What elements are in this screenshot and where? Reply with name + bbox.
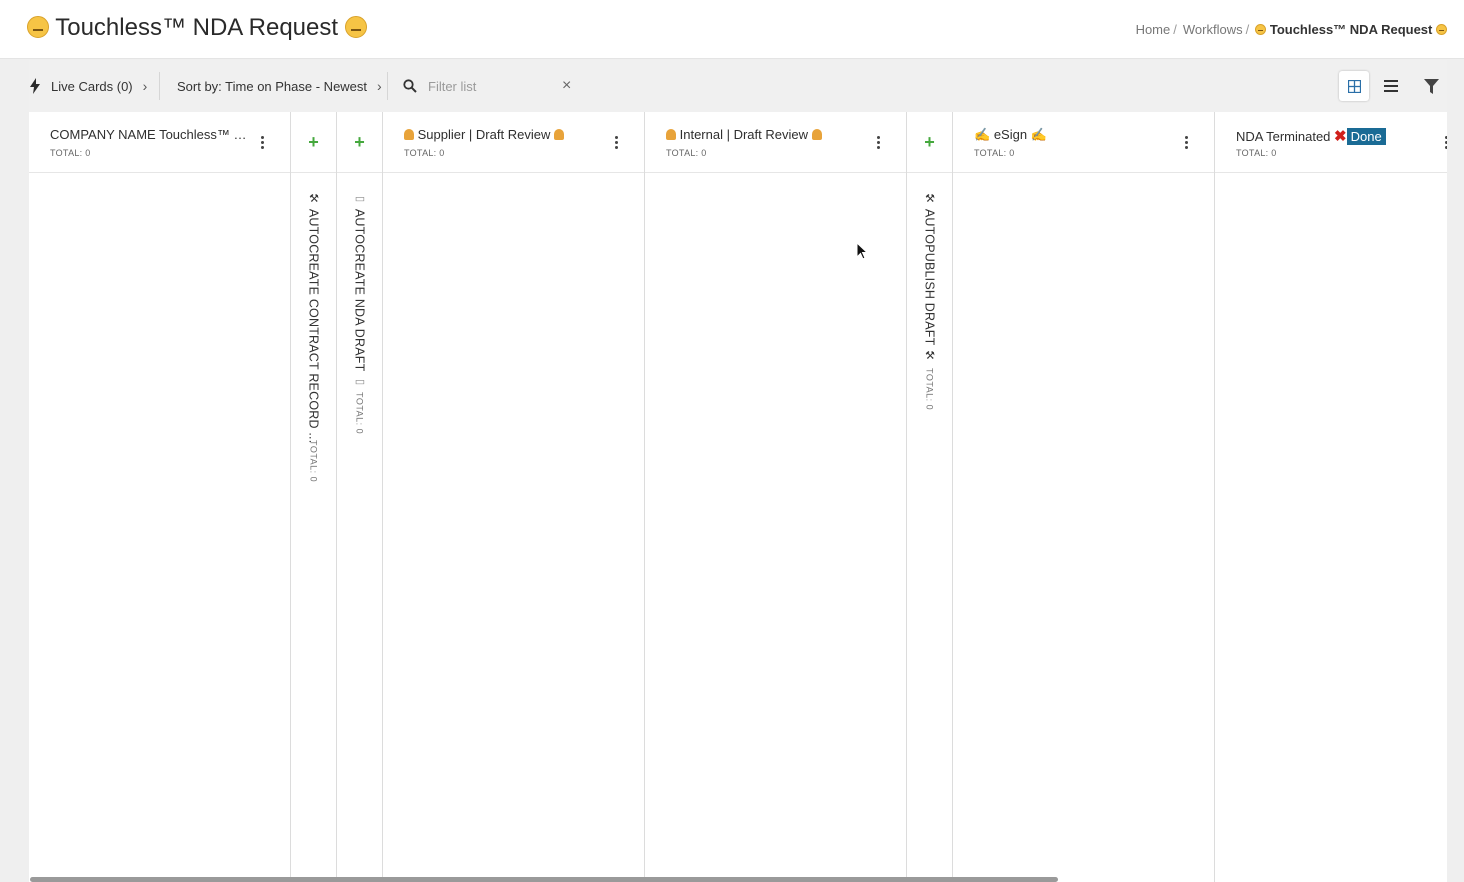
- add-card-icon[interactable]: +: [291, 132, 336, 153]
- column-autopublish-draft: + ⚒ AUTOPUBLISH DRAFT ⚒ TOTAL: 0: [907, 112, 953, 882]
- grid-view-icon: [1347, 79, 1361, 93]
- column-total: TOTAL: 0: [50, 148, 91, 158]
- column-nda-terminated: NDA Terminated ✖ Done TOTAL: 0: [1215, 112, 1447, 882]
- add-card-icon[interactable]: +: [337, 132, 382, 153]
- tools-icon: ⚒: [923, 192, 936, 206]
- zipper-mouth-emoji-icon: [1255, 24, 1267, 35]
- breadcrumb-separator: /: [1173, 22, 1177, 37]
- clear-filter-icon[interactable]: ×: [562, 77, 571, 95]
- column-internal-draft-review: Internal | Draft Review TOTAL: 0: [645, 112, 907, 882]
- add-card-icon[interactable]: +: [907, 132, 952, 153]
- filter-button[interactable]: [1416, 71, 1446, 101]
- column-header: NDA Terminated ✖ Done TOTAL: 0: [1215, 112, 1447, 173]
- red-x-icon: ✖: [1334, 128, 1347, 145]
- column-header: +: [291, 112, 336, 173]
- mouse-cursor-icon: [856, 242, 868, 260]
- column-title-vertical[interactable]: ▭ AUTOCREATE NDA DRAFT ▭: [353, 192, 367, 388]
- zipper-mouth-emoji-icon: [27, 16, 49, 38]
- column-esign: ✍ eSign ✍ TOTAL: 0: [953, 112, 1215, 882]
- live-cards-button[interactable]: Live Cards (0) ›: [29, 60, 147, 112]
- writing-hand-icon: ✍: [974, 127, 991, 142]
- column-title-vertical[interactable]: ⚒ AUTOPUBLISH DRAFT ⚒: [923, 192, 937, 362]
- page-header: Touchless™ NDA Request Home / Workflows / T…: [0, 0, 1464, 59]
- filter-search: ×: [403, 60, 571, 112]
- column-total: TOTAL: 0: [924, 368, 935, 411]
- column-title-text: Supplier | Draft Review: [417, 127, 551, 142]
- column-autocreate-contract-record: + ⚒ AUTOCREATE CONTRACT RECORD ... TOTAL…: [291, 112, 337, 882]
- column-company-name: COMPANY NAME Touchless™ N... TOTAL: 0: [29, 112, 291, 882]
- column-header: +: [907, 112, 952, 173]
- column-total: TOTAL: 0: [1236, 148, 1277, 158]
- sort-button[interactable]: Sort by: Time on Phase - Newest ›: [177, 60, 382, 112]
- column-header: COMPANY NAME Touchless™ N... TOTAL: 0: [29, 112, 290, 173]
- page-icon: ▭: [353, 375, 366, 389]
- zipper-mouth-emoji-icon: [1436, 24, 1447, 35]
- sort-label: Sort by: Time on Phase - Newest: [177, 78, 368, 94]
- column-total: TOTAL: 0: [974, 148, 1015, 158]
- worker-icon: [553, 129, 564, 140]
- column-menu-icon[interactable]: [615, 136, 619, 149]
- toolbar-divider: [387, 72, 388, 100]
- chevron-right-icon: ›: [142, 78, 148, 94]
- column-total: TOTAL: 0: [666, 148, 707, 158]
- done-badge: Done: [1346, 128, 1386, 145]
- breadcrumb: Home / Workflows / Touchless™ NDA Request: [1136, 22, 1447, 37]
- column-menu-icon[interactable]: [1185, 136, 1189, 149]
- breadcrumb-workflows[interactable]: Workflows: [1183, 22, 1243, 37]
- column-header: Supplier | Draft Review TOTAL: 0: [383, 112, 644, 173]
- page-icon: ▭: [353, 192, 366, 206]
- kanban-board: COMPANY NAME Touchless™ N... TOTAL: 0 + …: [29, 112, 1447, 882]
- worker-icon: [666, 129, 676, 140]
- column-header: Internal | Draft Review TOTAL: 0: [645, 112, 906, 173]
- column-title-text: AUTOPUBLISH DRAFT: [922, 208, 937, 346]
- tools-icon: ⚒: [923, 349, 936, 363]
- column-autocreate-nda-draft: + ▭ AUTOCREATE NDA DRAFT ▭ TOTAL: 0: [337, 112, 383, 882]
- grid-view-button[interactable]: [1339, 71, 1369, 101]
- column-title[interactable]: COMPANY NAME Touchless™ N...: [50, 127, 250, 142]
- search-icon: [403, 79, 417, 93]
- column-title[interactable]: NDA Terminated ✖ Done: [1236, 127, 1386, 145]
- column-menu-icon[interactable]: [877, 136, 881, 149]
- column-menu-icon[interactable]: [1445, 136, 1447, 149]
- column-supplier-draft-review: Supplier | Draft Review TOTAL: 0: [383, 112, 645, 882]
- list-view-icon: [1384, 80, 1398, 92]
- breadcrumb-current: Touchless™ NDA Request: [1255, 22, 1447, 37]
- horizontal-scrollbar[interactable]: [30, 877, 1058, 882]
- toolbar-divider: [159, 72, 160, 100]
- chevron-right-icon: ›: [377, 78, 382, 94]
- lightning-icon: [30, 78, 40, 94]
- column-header: ✍ eSign ✍ TOTAL: 0: [953, 112, 1214, 173]
- page-title-text: Touchless™ NDA Request: [55, 14, 339, 41]
- column-title[interactable]: ✍ eSign ✍: [974, 127, 1047, 143]
- column-title-text: eSign: [993, 127, 1028, 142]
- breadcrumb-separator: /: [1245, 22, 1250, 37]
- column-total: TOTAL: 0: [354, 392, 365, 435]
- filter-icon: [1423, 78, 1439, 94]
- column-header: +: [337, 112, 382, 173]
- column-title[interactable]: Internal | Draft Review: [666, 127, 822, 142]
- writing-hand-icon: ✍: [1030, 127, 1047, 142]
- live-cards-label: Live Cards (0): [51, 78, 133, 94]
- filter-input[interactable]: [428, 78, 558, 94]
- tools-icon: ⚒: [307, 192, 320, 206]
- board-toolbar: Live Cards (0) › Sort by: Time on Phase …: [29, 60, 1447, 112]
- column-total: TOTAL: 0: [404, 148, 445, 158]
- column-title-text: AUTOCREATE CONTRACT RECORD ...: [306, 208, 321, 444]
- column-title-text: Internal | Draft Review: [679, 127, 808, 142]
- list-view-button[interactable]: [1376, 71, 1406, 101]
- column-title-vertical[interactable]: ⚒ AUTOCREATE CONTRACT RECORD ...: [307, 192, 321, 443]
- page-title: Touchless™ NDA Request: [27, 14, 367, 42]
- column-title[interactable]: Supplier | Draft Review: [404, 127, 564, 142]
- column-title-text: NDA Terminated: [1236, 129, 1331, 144]
- column-total: TOTAL: 0: [308, 440, 319, 483]
- column-menu-icon[interactable]: [261, 136, 265, 149]
- worker-icon: [811, 129, 822, 140]
- breadcrumb-current-text: Touchless™ NDA Request: [1269, 22, 1433, 37]
- breadcrumb-home[interactable]: Home: [1136, 22, 1171, 37]
- zipper-mouth-emoji-icon: [344, 16, 367, 38]
- worker-icon: [404, 129, 414, 140]
- column-title-text: AUTOCREATE NDA DRAFT: [352, 208, 367, 372]
